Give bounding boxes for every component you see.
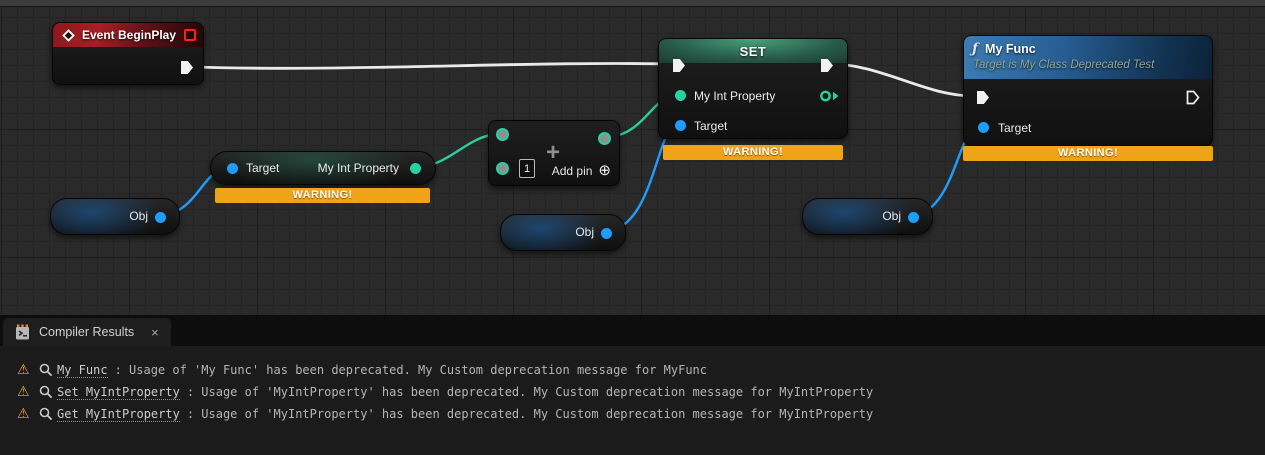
event-icon — [62, 29, 75, 42]
pin-label: Target — [998, 121, 1031, 135]
variable-label: Obj — [882, 209, 901, 223]
node-event-beginplay[interactable]: Event BeginPlay — [52, 22, 204, 85]
add-output-pin[interactable] — [598, 132, 611, 145]
target-input-pin[interactable] — [675, 120, 686, 131]
warning-icon: ⚠ — [17, 362, 39, 378]
pin-label: Target — [694, 119, 727, 133]
add-pin-label: Add pin — [552, 164, 593, 178]
blueprint-editor: Event BeginPlay Target My Int Property W… — [0, 0, 1265, 455]
compiler-messages-list: ⚠ My Func : Usage of 'My Func' has been … — [0, 346, 1265, 455]
variable-label: Obj — [575, 225, 594, 239]
warning-icon: ⚠ — [17, 384, 39, 400]
message-text: : Usage of 'MyIntProperty' has been depr… — [187, 385, 873, 399]
node-set-my-int-property[interactable]: SET My Int Property Target — [658, 38, 848, 139]
add-pin-control[interactable]: Add pin ⊕ — [552, 164, 611, 178]
exec-output-pin[interactable] — [820, 58, 834, 73]
close-icon[interactable]: × — [151, 325, 159, 340]
node-obj-variable[interactable]: Obj — [50, 198, 180, 235]
node-add[interactable]: 1 + Add pin ⊕ — [488, 120, 620, 186]
my-func-header: ƒ My Func Target is My Class Deprecated … — [964, 36, 1212, 79]
compiler-warning-row: ⚠ My Func : Usage of 'My Func' has been … — [17, 359, 1265, 381]
node-hyperlink[interactable]: Get MyIntProperty — [57, 407, 180, 422]
add-pin-icon[interactable]: ⊕ — [598, 164, 611, 178]
object-output-pin[interactable] — [908, 212, 919, 223]
warning-banner: WARNING! — [963, 146, 1213, 161]
pin-label: My Int Property — [318, 161, 399, 175]
add-input-pin-b[interactable] — [496, 162, 509, 175]
search-icon[interactable] — [39, 407, 53, 421]
message-text: : Usage of 'MyIntProperty' has been depr… — [187, 407, 873, 421]
node-subtitle: Target is My Class Deprecated Test — [973, 59, 1204, 71]
pin-label: Target — [246, 161, 279, 175]
value-output-pin[interactable] — [410, 163, 421, 174]
literal-value-field[interactable]: 1 — [519, 159, 535, 178]
pin-label: My Int Property — [694, 89, 775, 103]
object-output-pin[interactable] — [601, 228, 612, 239]
node-title: Event BeginPlay — [82, 28, 176, 42]
compiler-results-panel: Compiler Results × ⚠ My Func : Usage of … — [0, 315, 1265, 455]
search-icon[interactable] — [39, 385, 53, 399]
node-my-func[interactable]: ƒ My Func Target is My Class Deprecated … — [963, 35, 1213, 146]
function-icon: ƒ — [972, 41, 978, 57]
compiler-results-icon — [15, 324, 30, 340]
event-beginplay-header: Event BeginPlay — [53, 23, 203, 47]
node-obj-variable[interactable]: Obj — [500, 214, 626, 251]
tab-compiler-results[interactable]: Compiler Results × — [3, 318, 171, 346]
warning-icon: ⚠ — [17, 406, 39, 422]
no-loop-icon — [184, 29, 196, 41]
node-title: My Func — [985, 42, 1036, 56]
tab-label: Compiler Results — [39, 325, 134, 339]
exec-output-pin[interactable] — [1186, 90, 1200, 105]
variable-label: Obj — [129, 209, 148, 223]
panel-tab-bar: Compiler Results × — [0, 315, 1265, 346]
compiler-warning-row: ⚠ Get MyIntProperty : Usage of 'MyIntPro… — [17, 403, 1265, 425]
message-text: : Usage of 'My Func' has been deprecated… — [115, 363, 707, 377]
target-input-pin[interactable] — [978, 122, 989, 133]
exec-output-pin[interactable] — [180, 60, 194, 75]
node-hyperlink[interactable]: My Func — [57, 363, 108, 378]
warning-banner: WARNING! — [663, 145, 843, 160]
graph-canvas[interactable]: Event BeginPlay Target My Int Property W… — [0, 0, 1265, 315]
exec-input-pin[interactable] — [976, 90, 990, 105]
exec-wire-set-to-myfunc — [830, 64, 974, 96]
value-input-pin[interactable] — [675, 90, 686, 101]
node-get-my-int-property[interactable]: Target My Int Property — [210, 151, 436, 185]
value-output-ref-pin[interactable] — [819, 90, 840, 102]
add-input-pin-a[interactable] — [496, 128, 509, 141]
object-output-pin[interactable] — [155, 212, 166, 223]
node-hyperlink[interactable]: Set MyIntProperty — [57, 385, 180, 400]
exec-input-pin[interactable] — [672, 58, 686, 73]
search-icon[interactable] — [39, 363, 53, 377]
warning-banner: WARNING! — [215, 188, 430, 203]
target-input-pin[interactable] — [227, 163, 238, 174]
exec-wire-beginplay-to-set — [194, 63, 672, 68]
node-obj-variable[interactable]: Obj — [802, 198, 933, 235]
plus-operator-icon: + — [546, 143, 560, 163]
set-header: SET — [659, 39, 847, 63]
compiler-warning-row: ⚠ Set MyIntProperty : Usage of 'MyIntPro… — [17, 381, 1265, 403]
